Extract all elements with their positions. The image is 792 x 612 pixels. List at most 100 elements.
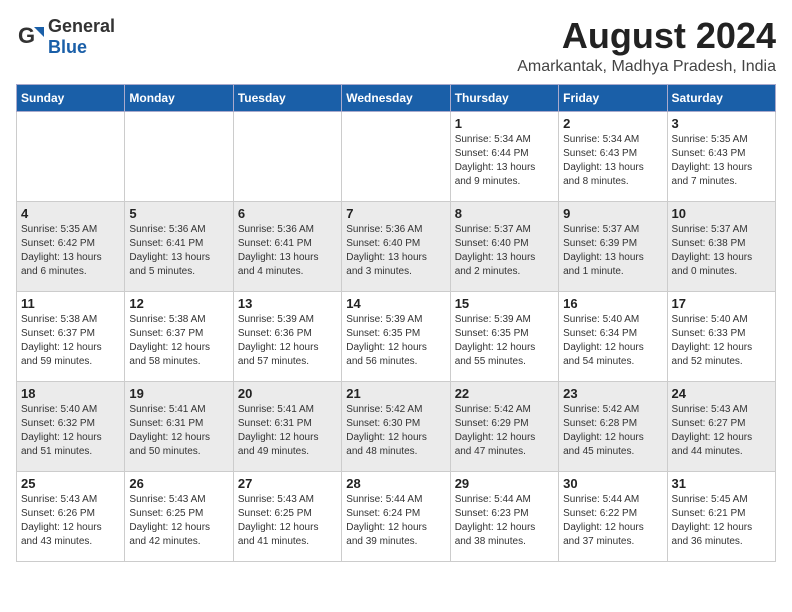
day-cell: 12 Sunrise: 5:38 AM Sunset: 6:37 PM Dayli… <box>125 291 233 381</box>
day-detail: Sunrise: 5:36 AM Sunset: 6:41 PM Dayligh… <box>238 223 337 279</box>
day-number: 5 <box>129 206 228 221</box>
day-cell <box>125 111 233 201</box>
logo-general: General <box>48 16 115 36</box>
logo-blue: Blue <box>48 37 87 57</box>
day-cell: 30Sunrise: 5:44 AM Sunset: 6:22 PM Dayli… <box>559 471 667 561</box>
day-cell: 10 Sunrise: 5:37 AM Sunset: 6:38 PM Dayli… <box>667 201 775 291</box>
day-detail: Sunrise: 5:36 AM Sunset: 6:41 PM Dayligh… <box>129 223 228 279</box>
main-title: August 2024 <box>517 16 776 56</box>
day-number: 4 <box>21 206 120 221</box>
day-cell: 24Sunrise: 5:43 AM Sunset: 6:27 PM Dayli… <box>667 381 775 471</box>
day-cell: 26 Sunrise: 5:43 AM Sunset: 6:25 PM Dayli… <box>125 471 233 561</box>
header-row: SundayMondayTuesdayWednesdayThursdayFrid… <box>17 84 776 111</box>
day-number: 16 <box>563 296 662 311</box>
day-cell: 8 Sunrise: 5:37 AM Sunset: 6:40 PM Daylig… <box>450 201 558 291</box>
day-number: 18 <box>21 386 120 401</box>
day-number: 20 <box>238 386 337 401</box>
header-cell-thursday: Thursday <box>450 84 558 111</box>
day-cell: 9Sunrise: 5:37 AM Sunset: 6:39 PM Daylig… <box>559 201 667 291</box>
day-detail: Sunrise: 5:41 AM Sunset: 6:31 PM Dayligh… <box>238 403 337 459</box>
day-number: 21 <box>346 386 445 401</box>
day-number: 1 <box>455 116 554 131</box>
day-detail: Sunrise: 5:37 AM Sunset: 6:40 PM Dayligh… <box>455 223 554 279</box>
header: G General Blue August 2024 Amarkantak, M… <box>16 16 776 76</box>
day-number: 17 <box>672 296 771 311</box>
day-cell: 1 Sunrise: 5:34 AM Sunset: 6:44 PM Daylig… <box>450 111 558 201</box>
day-detail: Sunrise: 5:37 AM Sunset: 6:38 PM Dayligh… <box>672 223 771 279</box>
day-number: 31 <box>672 476 771 491</box>
day-detail: Sunrise: 5:34 AM Sunset: 6:43 PM Dayligh… <box>563 133 662 189</box>
calendar-table: SundayMondayTuesdayWednesdayThursdayFrid… <box>16 84 776 562</box>
day-detail: Sunrise: 5:36 AM Sunset: 6:40 PM Dayligh… <box>346 223 445 279</box>
day-number: 13 <box>238 296 337 311</box>
day-detail: Sunrise: 5:38 AM Sunset: 6:37 PM Dayligh… <box>21 313 120 369</box>
header-cell-friday: Friday <box>559 84 667 111</box>
day-detail: Sunrise: 5:44 AM Sunset: 6:22 PM Dayligh… <box>563 493 662 549</box>
svg-text:G: G <box>18 23 35 48</box>
logo-icon: G <box>16 23 44 51</box>
day-detail: Sunrise: 5:39 AM Sunset: 6:36 PM Dayligh… <box>238 313 337 369</box>
week-row: 1 Sunrise: 5:34 AM Sunset: 6:44 PM Daylig… <box>17 111 776 201</box>
day-cell: 3 Sunrise: 5:35 AM Sunset: 6:43 PM Daylig… <box>667 111 775 201</box>
day-cell: 22 Sunrise: 5:42 AM Sunset: 6:29 PM Dayli… <box>450 381 558 471</box>
day-number: 11 <box>21 296 120 311</box>
day-cell: 4 Sunrise: 5:35 AM Sunset: 6:42 PM Daylig… <box>17 201 125 291</box>
day-cell <box>17 111 125 201</box>
day-cell: 17 Sunrise: 5:40 AM Sunset: 6:33 PM Dayli… <box>667 291 775 381</box>
header-cell-wednesday: Wednesday <box>342 84 450 111</box>
day-cell: 7 Sunrise: 5:36 AM Sunset: 6:40 PM Daylig… <box>342 201 450 291</box>
day-detail: Sunrise: 5:42 AM Sunset: 6:29 PM Dayligh… <box>455 403 554 459</box>
day-number: 26 <box>129 476 228 491</box>
day-detail: Sunrise: 5:43 AM Sunset: 6:25 PM Dayligh… <box>129 493 228 549</box>
day-detail: Sunrise: 5:38 AM Sunset: 6:37 PM Dayligh… <box>129 313 228 369</box>
day-detail: Sunrise: 5:35 AM Sunset: 6:43 PM Dayligh… <box>672 133 771 189</box>
day-cell: 23Sunrise: 5:42 AM Sunset: 6:28 PM Dayli… <box>559 381 667 471</box>
day-cell: 20 Sunrise: 5:41 AM Sunset: 6:31 PM Dayli… <box>233 381 341 471</box>
day-cell: 25Sunrise: 5:43 AM Sunset: 6:26 PM Dayli… <box>17 471 125 561</box>
day-detail: Sunrise: 5:35 AM Sunset: 6:42 PM Dayligh… <box>21 223 120 279</box>
day-number: 14 <box>346 296 445 311</box>
day-detail: Sunrise: 5:40 AM Sunset: 6:34 PM Dayligh… <box>563 313 662 369</box>
day-detail: Sunrise: 5:40 AM Sunset: 6:33 PM Dayligh… <box>672 313 771 369</box>
day-detail: Sunrise: 5:39 AM Sunset: 6:35 PM Dayligh… <box>455 313 554 369</box>
day-cell: 28 Sunrise: 5:44 AM Sunset: 6:24 PM Dayli… <box>342 471 450 561</box>
day-cell: 11 Sunrise: 5:38 AM Sunset: 6:37 PM Dayli… <box>17 291 125 381</box>
header-cell-tuesday: Tuesday <box>233 84 341 111</box>
week-row: 4 Sunrise: 5:35 AM Sunset: 6:42 PM Daylig… <box>17 201 776 291</box>
day-cell <box>342 111 450 201</box>
day-number: 10 <box>672 206 771 221</box>
day-number: 28 <box>346 476 445 491</box>
day-number: 24 <box>672 386 771 401</box>
day-detail: Sunrise: 5:42 AM Sunset: 6:28 PM Dayligh… <box>563 403 662 459</box>
logo: G General Blue <box>16 16 115 58</box>
day-detail: Sunrise: 5:45 AM Sunset: 6:21 PM Dayligh… <box>672 493 771 549</box>
day-detail: Sunrise: 5:40 AM Sunset: 6:32 PM Dayligh… <box>21 403 120 459</box>
day-number: 9 <box>563 206 662 221</box>
week-row: 11 Sunrise: 5:38 AM Sunset: 6:37 PM Dayli… <box>17 291 776 381</box>
day-cell: 14Sunrise: 5:39 AM Sunset: 6:35 PM Dayli… <box>342 291 450 381</box>
day-number: 12 <box>129 296 228 311</box>
day-detail: Sunrise: 5:34 AM Sunset: 6:44 PM Dayligh… <box>455 133 554 189</box>
day-detail: Sunrise: 5:43 AM Sunset: 6:26 PM Dayligh… <box>21 493 120 549</box>
day-number: 3 <box>672 116 771 131</box>
header-cell-sunday: Sunday <box>17 84 125 111</box>
day-number: 15 <box>455 296 554 311</box>
day-cell <box>233 111 341 201</box>
day-cell: 27Sunrise: 5:43 AM Sunset: 6:25 PM Dayli… <box>233 471 341 561</box>
day-detail: Sunrise: 5:44 AM Sunset: 6:24 PM Dayligh… <box>346 493 445 549</box>
day-number: 29 <box>455 476 554 491</box>
header-cell-saturday: Saturday <box>667 84 775 111</box>
day-number: 22 <box>455 386 554 401</box>
day-detail: Sunrise: 5:41 AM Sunset: 6:31 PM Dayligh… <box>129 403 228 459</box>
day-cell: 15 Sunrise: 5:39 AM Sunset: 6:35 PM Dayli… <box>450 291 558 381</box>
week-row: 25Sunrise: 5:43 AM Sunset: 6:26 PM Dayli… <box>17 471 776 561</box>
day-cell: 21Sunrise: 5:42 AM Sunset: 6:30 PM Dayli… <box>342 381 450 471</box>
week-row: 18 Sunrise: 5:40 AM Sunset: 6:32 PM Dayli… <box>17 381 776 471</box>
day-number: 19 <box>129 386 228 401</box>
day-cell: 18 Sunrise: 5:40 AM Sunset: 6:32 PM Dayli… <box>17 381 125 471</box>
day-cell: 2Sunrise: 5:34 AM Sunset: 6:43 PM Daylig… <box>559 111 667 201</box>
title-area: August 2024 Amarkantak, Madhya Pradesh, … <box>517 16 776 76</box>
day-number: 7 <box>346 206 445 221</box>
day-number: 8 <box>455 206 554 221</box>
day-cell: 29Sunrise: 5:44 AM Sunset: 6:23 PM Dayli… <box>450 471 558 561</box>
